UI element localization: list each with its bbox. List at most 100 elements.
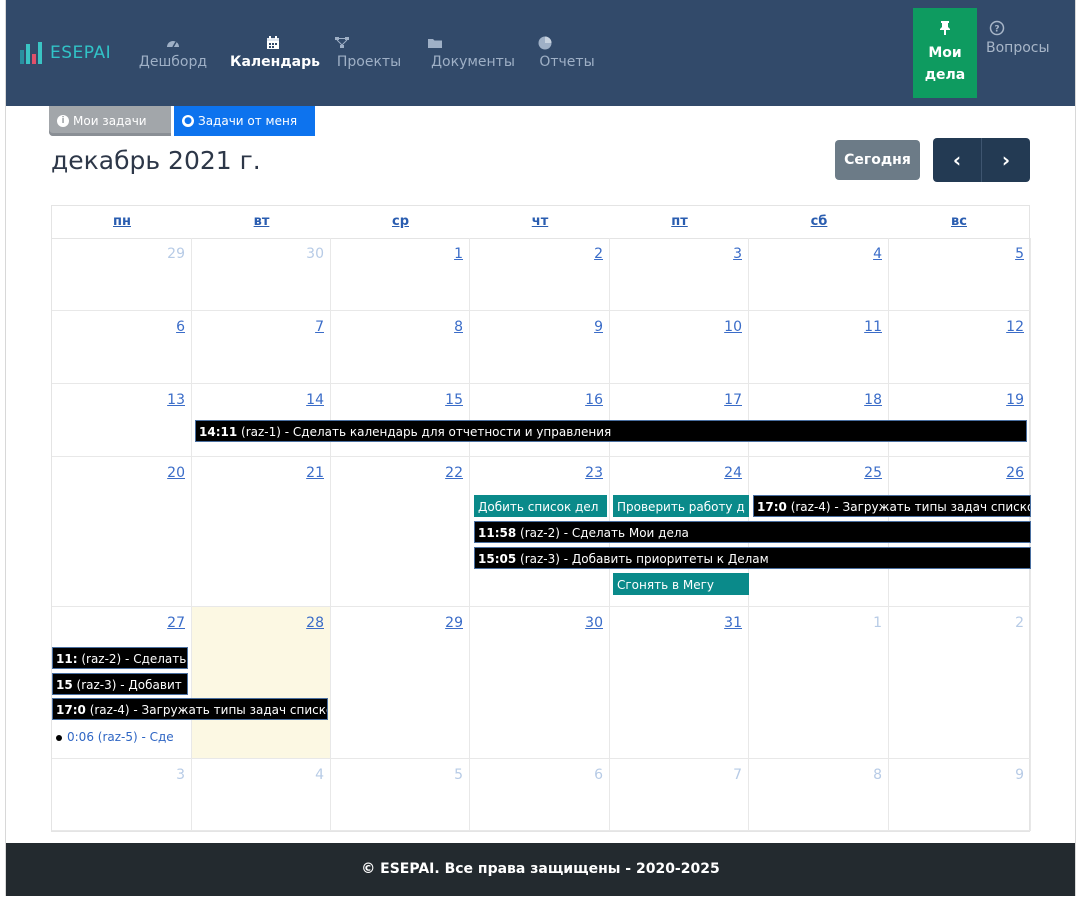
nav-item-dashboard[interactable]: Дешборд <box>136 32 210 70</box>
calendar-event[interactable]: 11: (raz-2) - Сделать <box>52 647 188 669</box>
weekday-header[interactable]: чт <box>470 206 610 238</box>
day-cell[interactable]: 12 <box>889 311 1031 384</box>
calendar-event[interactable]: 15 (raz-3) - Добавит <box>52 673 188 695</box>
day-cell[interactable]: 29 <box>331 607 470 759</box>
calendar-event[interactable]: 17:0 (raz-4) - Загружать типы задач спис… <box>52 698 328 720</box>
day-number[interactable]: 11 <box>864 319 882 335</box>
day-number[interactable]: 23 <box>585 465 603 481</box>
day-cell[interactable]: 10 <box>610 311 749 384</box>
weekday-header[interactable]: пт <box>610 206 749 238</box>
tasks-from-me-toggle[interactable]: ● Задачи от меня <box>174 106 315 136</box>
day-number[interactable]: 22 <box>445 465 463 481</box>
day-number[interactable]: 19 <box>1006 392 1024 408</box>
day-cell[interactable]: 4 <box>192 759 331 831</box>
day-cell[interactable]: 21 <box>192 457 331 607</box>
day-number[interactable]: 5 <box>454 767 463 783</box>
nav-item-questions[interactable]: ? Вопросы <box>986 20 1050 56</box>
day-cell[interactable]: 20 <box>52 457 192 607</box>
day-number[interactable]: 29 <box>167 246 185 262</box>
day-cell[interactable]: 22 <box>331 457 470 607</box>
day-number[interactable]: 14 <box>306 392 324 408</box>
day-cell[interactable]: 3 <box>52 759 192 831</box>
calendar-event[interactable]: 14:11 (raz-1) - Сделать календарь для от… <box>195 420 1027 442</box>
day-cell[interactable]: 29 <box>52 238 192 311</box>
day-number[interactable]: 5 <box>1015 246 1024 262</box>
day-number[interactable]: 15 <box>445 392 463 408</box>
day-number[interactable]: 6 <box>594 767 603 783</box>
day-number[interactable]: 7 <box>733 767 742 783</box>
day-number[interactable]: 1 <box>454 246 463 262</box>
nav-item-documents[interactable]: Документы <box>427 32 519 70</box>
weekday-header[interactable]: вт <box>192 206 331 238</box>
day-number[interactable]: 13 <box>167 392 185 408</box>
calendar-event[interactable]: Добить список дел <box>474 495 607 517</box>
day-cell[interactable]: 8 <box>331 311 470 384</box>
calendar-event[interactable]: Сгонять в Мегу <box>613 573 749 595</box>
my-tasks-toggle[interactable]: i Мои задачи <box>49 106 171 136</box>
weekday-header[interactable]: сб <box>749 206 889 238</box>
day-number[interactable]: 30 <box>585 615 603 631</box>
day-cell[interactable]: 11 <box>749 311 889 384</box>
day-number[interactable]: 6 <box>176 319 185 335</box>
day-cell[interactable]: 31 <box>610 607 749 759</box>
day-number[interactable]: 17 <box>724 392 742 408</box>
today-button[interactable]: Сегодня <box>835 140 920 180</box>
day-number[interactable]: 26 <box>1006 465 1024 481</box>
day-number[interactable]: 27 <box>167 615 185 631</box>
nav-item-reports[interactable]: Отчеты <box>537 32 597 70</box>
weekday-header[interactable]: ср <box>331 206 470 238</box>
day-cell[interactable]: 2 <box>889 607 1031 759</box>
day-cell[interactable]: 9 <box>889 759 1031 831</box>
day-cell[interactable]: 2 <box>470 238 610 311</box>
day-number[interactable]: 8 <box>454 319 463 335</box>
moi-dela-button[interactable]: Мои дела <box>913 8 977 98</box>
day-cell[interactable]: 8 <box>749 759 889 831</box>
day-cell[interactable]: 5 <box>889 238 1031 311</box>
day-cell[interactable]: 30 <box>470 607 610 759</box>
day-cell[interactable]: 13 <box>52 384 192 457</box>
day-cell[interactable]: 1 <box>331 238 470 311</box>
day-cell[interactable]: 9 <box>470 311 610 384</box>
day-number[interactable]: 4 <box>873 246 882 262</box>
day-cell[interactable]: 7 <box>192 311 331 384</box>
day-number[interactable]: 1 <box>873 615 882 631</box>
day-number[interactable]: 2 <box>594 246 603 262</box>
day-cell[interactable]: 6 <box>470 759 610 831</box>
calendar-event[interactable]: 15:05 (raz-3) - Добавить приоритеты к Де… <box>474 547 1031 569</box>
brand[interactable]: ESEPAI <box>18 40 111 66</box>
day-number[interactable]: 10 <box>724 319 742 335</box>
day-number[interactable]: 9 <box>594 319 603 335</box>
day-number[interactable]: 18 <box>864 392 882 408</box>
day-number[interactable]: 2 <box>1015 615 1024 631</box>
prev-month-button[interactable]: ‹ <box>933 138 982 182</box>
day-cell[interactable]: 4 <box>749 238 889 311</box>
calendar-event[interactable]: 17:0 (raz-4) - Загружать типы задач спис… <box>753 495 1031 517</box>
day-number[interactable]: 29 <box>445 615 463 631</box>
day-cell[interactable]: 3 <box>610 238 749 311</box>
nav-item-projects[interactable]: Проекты <box>334 32 404 70</box>
day-number[interactable]: 12 <box>1006 319 1024 335</box>
day-number[interactable]: 20 <box>167 465 185 481</box>
day-cell[interactable]: 7 <box>610 759 749 831</box>
day-number[interactable]: 7 <box>315 319 324 335</box>
day-number[interactable]: 24 <box>724 465 742 481</box>
day-number[interactable]: 28 <box>306 615 324 631</box>
day-cell[interactable]: 5 <box>331 759 470 831</box>
weekday-header[interactable]: вс <box>889 206 1029 238</box>
day-cell[interactable]: 1 <box>749 607 889 759</box>
day-number[interactable]: 3 <box>733 246 742 262</box>
day-number[interactable]: 30 <box>306 246 324 262</box>
day-cell[interactable]: 28 <box>192 607 331 759</box>
day-number[interactable]: 9 <box>1015 767 1024 783</box>
weekday-header[interactable]: пн <box>52 206 192 238</box>
day-number[interactable]: 21 <box>306 465 324 481</box>
day-number[interactable]: 16 <box>585 392 603 408</box>
calendar-event[interactable]: 0:06 (raz-5) - Сде <box>54 726 190 748</box>
calendar-event[interactable]: 11:58 (raz-2) - Сделать Мои дела <box>474 521 1031 543</box>
day-number[interactable]: 25 <box>864 465 882 481</box>
day-number[interactable]: 4 <box>315 767 324 783</box>
day-number[interactable]: 3 <box>176 767 185 783</box>
day-number[interactable]: 31 <box>724 615 742 631</box>
nav-item-calendar[interactable]: Календарь <box>230 32 320 70</box>
day-cell[interactable]: 6 <box>52 311 192 384</box>
